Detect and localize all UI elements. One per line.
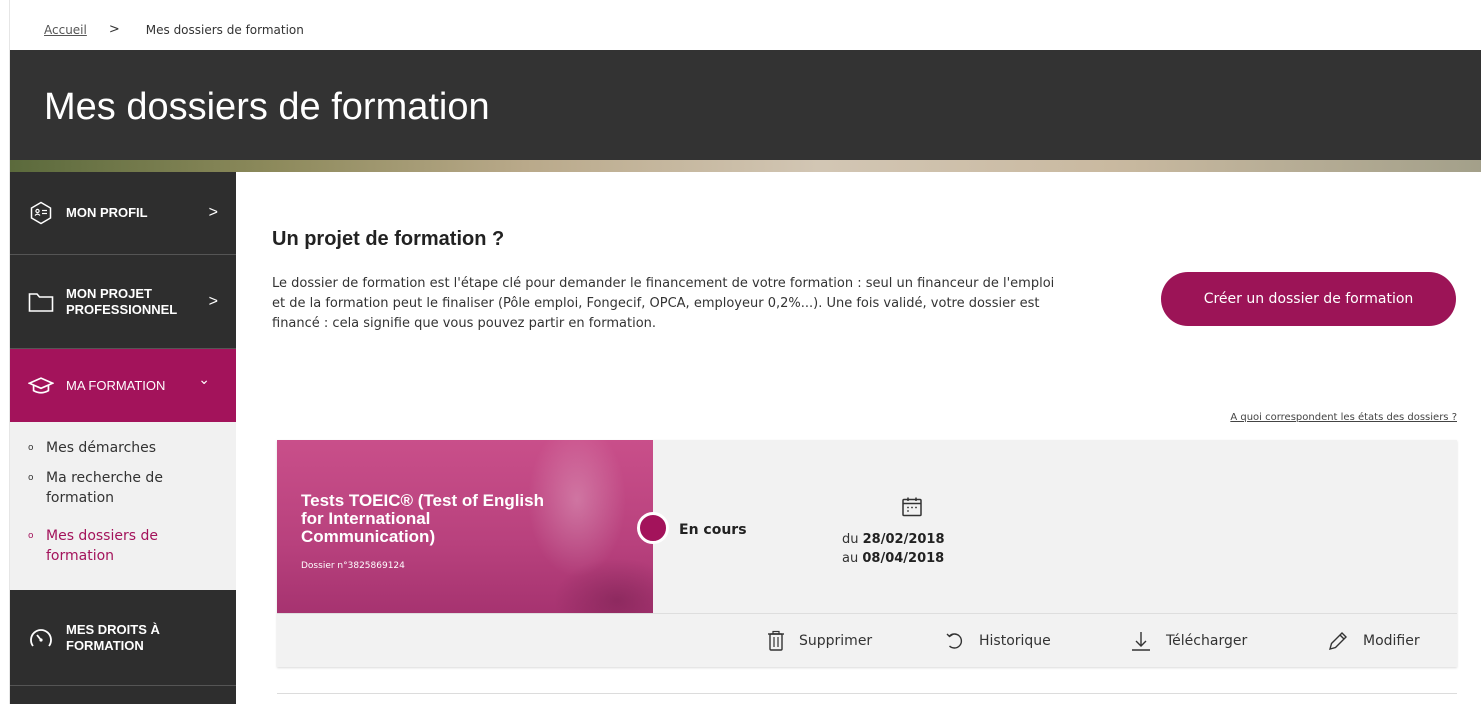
id-card-icon bbox=[28, 200, 54, 226]
dossier-card-image[interactable]: Tests TOEIC® (Test of English for Intern… bbox=[277, 440, 653, 613]
bullet-icon: o bbox=[28, 531, 34, 541]
date-to-prefix: au bbox=[842, 551, 859, 566]
section-title: Un projet de formation ? bbox=[272, 228, 505, 250]
sidebar-item-mon-profil[interactable]: MON PROFIL > bbox=[10, 172, 236, 255]
breadcrumb: Accueil > Mes dossiers de formation bbox=[44, 22, 304, 37]
sidebar-item-label: MON PROFIL bbox=[66, 205, 148, 220]
date-from-prefix: du bbox=[842, 532, 859, 547]
date-from: 28/02/2018 bbox=[862, 532, 945, 547]
submenu-item-mes-demarches[interactable]: o Mes démarches bbox=[28, 438, 156, 458]
submenu-item-ma-recherche-de-formation[interactable]: o Ma recherche de formation bbox=[28, 468, 163, 508]
delete-button[interactable]: Supprimer bbox=[767, 614, 872, 668]
submenu-item-label-line2: formation bbox=[46, 490, 115, 506]
status-indicator-icon bbox=[637, 512, 669, 544]
header-banner-strip bbox=[10, 160, 1481, 172]
status-label: En cours bbox=[679, 522, 747, 538]
history-label: Historique bbox=[979, 633, 1051, 649]
breadcrumb-current: Mes dossiers de formation bbox=[145, 22, 304, 37]
submenu-item-mes-dossiers-de-formation[interactable]: o Mes dossiers de formation bbox=[28, 526, 158, 566]
sidebar-item-label-line2: PROFESSIONNEL bbox=[66, 301, 178, 317]
download-label: Télécharger bbox=[1166, 633, 1248, 649]
dossier-number: Dossier n°3825869124 bbox=[301, 561, 405, 571]
dossier-actions-bar: Supprimer Historique Télécharger Modifie… bbox=[277, 613, 1457, 667]
divider bbox=[277, 693, 1457, 694]
create-dossier-button[interactable]: Créer un dossier de formation bbox=[1161, 272, 1456, 326]
sidebar-item-ma-formation[interactable]: MA FORMATION ⌄ bbox=[10, 349, 236, 422]
gauge-icon bbox=[28, 625, 54, 651]
pencil-icon bbox=[1327, 630, 1349, 652]
history-button[interactable]: Historique bbox=[945, 614, 1051, 668]
chevron-down-icon: ⌄ bbox=[198, 371, 210, 387]
edit-button[interactable]: Modifier bbox=[1327, 614, 1420, 668]
submenu-item-label: Mes démarches bbox=[46, 440, 157, 456]
calendar-icon bbox=[900, 495, 924, 523]
history-icon bbox=[945, 631, 965, 651]
sidebar-item-label-line2: FORMATION bbox=[66, 637, 144, 653]
edit-label: Modifier bbox=[1363, 633, 1420, 649]
sidebar-item-label-line1: MES DROITS À bbox=[66, 621, 160, 637]
sidebar: MON PROFIL > MON PROJET PROFESSIONNEL > … bbox=[10, 172, 236, 704]
sidebar-item-label: MA FORMATION bbox=[66, 377, 166, 393]
sidebar-item-mon-projet-professionnel[interactable]: MON PROJET PROFESSIONNEL > bbox=[10, 255, 236, 349]
intro-text: Le dossier de formation est l'étape clé … bbox=[272, 276, 1055, 331]
breadcrumb-separator: > bbox=[108, 22, 120, 37]
folder-icon bbox=[28, 289, 54, 315]
submenu-item-label-line2: formation bbox=[46, 548, 115, 564]
submenu-item-label-line1: Ma recherche de bbox=[46, 470, 163, 486]
trash-icon bbox=[767, 630, 785, 652]
left-border bbox=[0, 0, 10, 704]
delete-label: Supprimer bbox=[799, 633, 873, 649]
breadcrumb-home-link[interactable]: Accueil bbox=[44, 23, 87, 37]
dossier-card: Tests TOEIC® (Test of English for Intern… bbox=[277, 440, 1457, 667]
chevron-right-icon: > bbox=[208, 292, 218, 310]
dossier-states-help-link[interactable]: A quoi correspondent les états des dossi… bbox=[1230, 412, 1457, 423]
download-icon bbox=[1130, 630, 1152, 652]
page-header: Mes dossiers de formation bbox=[10, 50, 1481, 163]
sidebar-item-label-line1: MON PROJET bbox=[66, 285, 152, 301]
date-to: 08/04/2018 bbox=[862, 551, 945, 566]
download-button[interactable]: Télécharger bbox=[1130, 614, 1247, 668]
bullet-icon: o bbox=[28, 473, 34, 483]
dossier-title[interactable]: Tests TOEIC® (Test of English for Intern… bbox=[301, 492, 561, 546]
sidebar-submenu: o Mes démarches o Ma recherche de format… bbox=[10, 422, 236, 590]
page-title: Mes dossiers de formation bbox=[44, 86, 490, 128]
dossier-dates: du 28/02/2018 au 08/04/2018 bbox=[842, 530, 945, 568]
chevron-right-icon: > bbox=[208, 204, 218, 221]
graduation-cap-icon bbox=[28, 373, 54, 399]
sidebar-item-mes-droits-a-formation[interactable]: MES DROITS À FORMATION bbox=[10, 590, 236, 686]
submenu-item-label-line1: Mes dossiers de bbox=[46, 528, 158, 544]
bullet-icon: o bbox=[28, 443, 34, 453]
